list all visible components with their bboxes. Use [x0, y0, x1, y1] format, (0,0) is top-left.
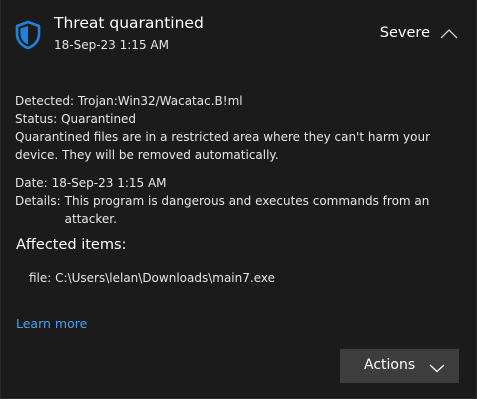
threat-notification-panel: Threat quarantined 18-Sep-23 1:15 AM Sev…	[0, 0, 477, 399]
notification-header[interactable]: Threat quarantined 18-Sep-23 1:15 AM Sev…	[1, 0, 476, 62]
details-label: Details:	[15, 194, 61, 208]
detected-value: Trojan:Win32/Wacatac.B!ml	[77, 94, 243, 108]
chevron-down-icon	[429, 361, 445, 373]
date-label: Date:	[15, 176, 48, 190]
threat-details: Detected: Trojan:Win32/Wacatac.B!ml Stat…	[15, 92, 455, 228]
actions-button[interactable]: Actions	[340, 349, 459, 383]
detected-label: Detected:	[15, 94, 75, 108]
learn-more-link[interactable]: Learn more	[16, 316, 87, 331]
date-row: Date: 18-Sep-23 1:15 AM	[15, 174, 455, 192]
affected-item-path: C:\Users\lelan\Downloads\main7.exe	[55, 271, 275, 285]
affected-item-type: file:	[29, 271, 52, 285]
status-description: Quarantined files are in a restricted ar…	[15, 130, 431, 162]
status-label: Status:	[15, 112, 58, 126]
details-value: This program is dangerous and executes c…	[64, 194, 430, 226]
status-row: Status: Quarantined	[15, 110, 455, 128]
notification-timestamp: 18-Sep-23 1:15 AM	[54, 38, 169, 52]
shield-icon	[15, 20, 41, 50]
date-value: 18-Sep-23 1:15 AM	[51, 176, 167, 190]
detected-row: Detected: Trojan:Win32/Wacatac.B!ml	[15, 92, 455, 110]
affected-items-heading: Affected items:	[16, 237, 127, 253]
severity-label: Severe	[379, 25, 430, 41]
affected-item: file: C:\Users\lelan\Downloads\main7.exe	[29, 271, 275, 285]
actions-button-label: Actions	[364, 357, 416, 373]
details-row: Details: This program is dangerous and e…	[15, 192, 455, 228]
notification-title: Threat quarantined	[54, 14, 204, 32]
status-value: Quarantined	[61, 112, 137, 126]
chevron-up-icon[interactable]	[438, 25, 460, 43]
